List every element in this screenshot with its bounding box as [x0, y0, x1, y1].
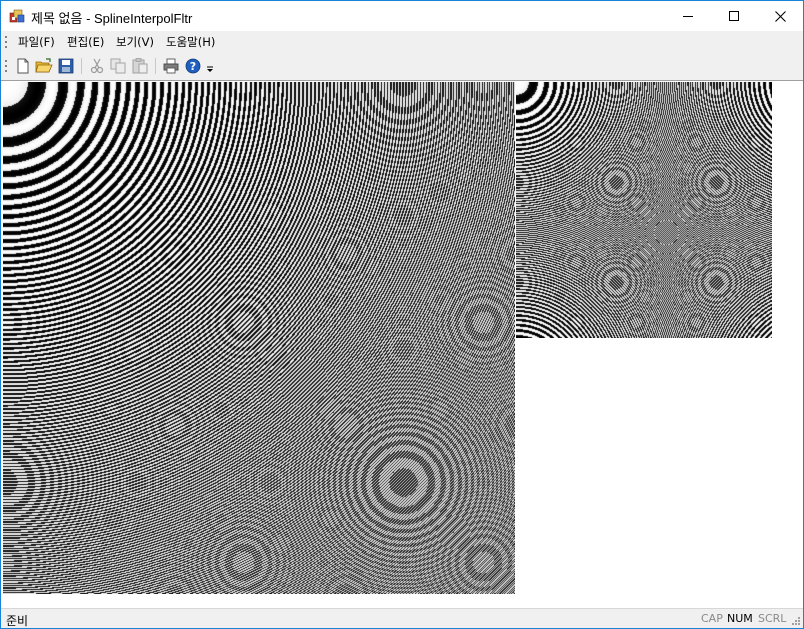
close-button[interactable] — [757, 1, 803, 31]
help-button[interactable]: ? — [184, 57, 202, 75]
menu-help[interactable]: 도움말(H) — [166, 34, 215, 50]
cap-indicator: CAP — [701, 612, 723, 625]
save-button[interactable] — [57, 57, 75, 75]
toolbar-separator — [81, 58, 82, 74]
open-icon — [35, 57, 53, 75]
chevron-down-icon — [205, 57, 215, 75]
close-icon — [774, 10, 786, 22]
print-button[interactable] — [162, 57, 180, 75]
new-icon — [14, 57, 32, 75]
save-icon — [57, 57, 75, 75]
document-view[interactable] — [1, 80, 803, 609]
toolbar-overflow-button[interactable] — [205, 57, 215, 75]
menu-view[interactable]: 보기(V) — [116, 34, 154, 50]
app-window: 제목 없음 - SplineInterpolFltr 파일(F) 편집(E) 보… — [0, 0, 804, 629]
toolbar-grip[interactable] — [5, 59, 7, 73]
original-zone-plate-image — [3, 82, 515, 594]
minimize-button[interactable] — [665, 1, 711, 31]
num-indicator: NUM — [727, 612, 753, 625]
cut-icon — [88, 57, 106, 75]
menu-edit[interactable]: 편집(E) — [67, 34, 104, 50]
cut-button[interactable] — [88, 57, 106, 75]
scrl-indicator: SCRL — [758, 612, 787, 625]
filtered-zone-plate-image — [516, 82, 772, 338]
app-icon[interactable] — [9, 8, 25, 24]
status-bar: 준비 CAP NUM SCRL — [1, 608, 803, 628]
minimize-icon — [683, 11, 693, 21]
paste-button[interactable] — [131, 57, 149, 75]
copy-icon — [109, 57, 127, 75]
print-icon — [162, 57, 180, 75]
open-button[interactable] — [35, 57, 53, 75]
window-title: 제목 없음 - SplineInterpolFltr — [31, 11, 193, 26]
svg-text:?: ? — [190, 60, 196, 73]
status-message: 준비 — [6, 614, 29, 628]
maximize-icon — [729, 11, 739, 21]
toolbar: ? — [1, 53, 217, 80]
maximize-button[interactable] — [711, 1, 757, 31]
title-bar[interactable]: 제목 없음 - SplineInterpolFltr — [1, 1, 803, 31]
paste-icon — [131, 57, 149, 75]
new-button[interactable] — [14, 57, 32, 75]
menubar-grip[interactable] — [5, 35, 7, 49]
toolbar-separator — [155, 58, 156, 74]
menu-bar: 파일(F) 편집(E) 보기(V) 도움말(H) — [1, 31, 803, 53]
help-icon: ? — [184, 57, 202, 75]
resize-grip-icon[interactable] — [791, 616, 801, 626]
copy-button[interactable] — [109, 57, 127, 75]
menu-file[interactable]: 파일(F) — [18, 34, 55, 50]
